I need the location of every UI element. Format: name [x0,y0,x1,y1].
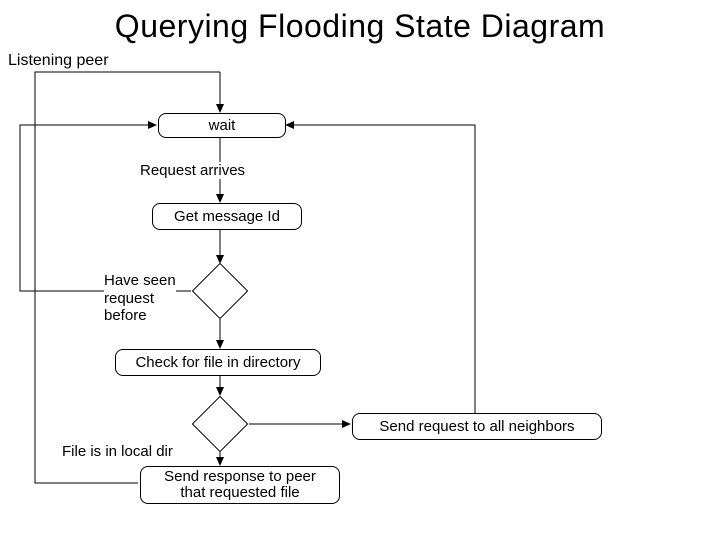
state-send-request: Send request to all neighbors [352,413,602,440]
state-get-message-label: Get message Id [174,208,280,225]
state-check-file-label: Check for file in directory [135,354,300,371]
decision-file-local [192,396,249,453]
state-send-request-label: Send request to all neighbors [379,418,574,435]
state-get-message: Get message Id [152,203,302,230]
state-wait: wait [158,113,286,138]
subtitle: Listening peer [8,52,109,70]
label-have-seen: Have seen request before [104,255,176,324]
label-file-local: File is in local dir [62,443,173,460]
decision-seen-before [192,263,249,320]
state-wait-label: wait [209,117,236,134]
state-send-response-label: Send response to peer that requested fil… [164,469,316,502]
state-check-file: Check for file in directory [115,349,321,376]
state-send-response: Send response to peer that requested fil… [140,466,340,504]
page-title: Querying Flooding State Diagram [0,8,720,45]
label-request-arrives: Request arrives [140,162,245,179]
